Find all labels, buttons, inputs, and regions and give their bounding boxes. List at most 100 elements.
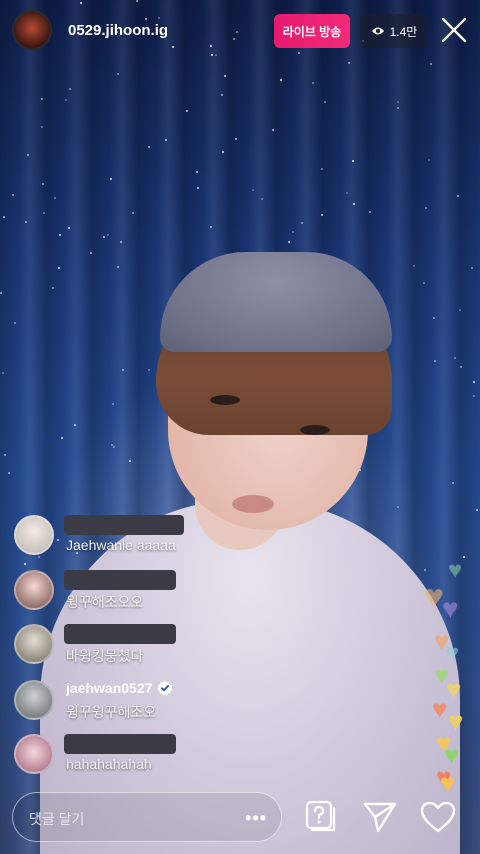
star-dot [69,88,71,90]
comment-item[interactable]: hahahahahah [14,734,274,776]
top-bar: 0529.jihoon.ig 라이브 방송 1.4만 [0,0,480,64]
comment-item[interactable]: jaehwan0527 윙꾸윙꾸해조오 [14,680,274,722]
star-dot [41,126,43,128]
eye-icon [371,27,384,35]
verified-badge-icon [157,680,173,696]
star-dot [112,403,114,405]
star-dot [42,183,44,185]
star-dot [117,266,119,268]
star-dot [423,282,425,284]
more-horizontal-icon[interactable]: ••• [245,808,267,829]
star-dot [369,211,371,213]
star-dot [428,159,430,161]
star-dot [90,252,92,254]
star-dot [261,198,263,200]
star-dot [132,212,134,214]
star-dot [471,267,473,269]
star-dot [433,317,435,319]
star-dot [272,129,274,131]
viewer-count: 1.4만 [389,24,418,39]
star-dot [122,369,124,371]
star-dot [473,395,475,397]
commenter-avatar[interactable] [14,680,54,720]
star-dot [221,94,223,96]
star-dot [27,154,29,156]
star-dot [54,197,56,199]
viewer-count-badge[interactable]: 1.4만 [360,14,428,48]
star-dot [120,241,122,243]
heart-icon: ♥ [440,768,456,798]
star-dot [3,216,5,218]
star-dot [113,446,115,448]
star-dot [111,444,113,446]
heart-icon: ♥ [442,593,459,624]
paper-plane-icon[interactable] [362,800,398,834]
star-dot [452,482,454,484]
redacted-username [64,734,176,754]
star-dot [65,99,67,101]
comment-item[interactable]: 윙꾸해조오오 [14,570,274,612]
star-dot [280,79,282,81]
star-dot [352,160,354,162]
redacted-username [64,624,176,644]
commenter-avatar[interactable] [14,624,54,664]
star-dot [148,146,150,148]
comment-input[interactable]: 댓글 달기 ••• [12,792,282,842]
commenter-avatar[interactable] [14,515,54,555]
question-box-icon[interactable] [304,800,338,834]
host-username[interactable]: 0529.jihoon.ig [68,22,168,39]
commenter-username[interactable]: jaehwan0527 [66,680,173,696]
star-dot [41,98,43,100]
star-dot [454,357,456,359]
star-dot [312,82,314,84]
host-avatar[interactable] [12,10,52,50]
star-dot [107,234,109,236]
star-dot [25,221,27,223]
star-dot [110,178,112,180]
close-icon[interactable] [438,14,470,46]
star-dot [425,207,427,209]
star-dot [2,372,4,374]
star-dot [196,171,198,173]
star-dot [61,437,63,439]
star-dot [210,226,212,228]
comment-text: 윙꾸해조오오 [66,594,144,610]
star-dot [397,107,399,109]
comment-item[interactable]: 바윙킹뭉쳤다 [14,624,274,666]
star-dot [129,460,131,462]
comment-placeholder: 댓글 달기 [29,811,85,827]
star-dot [252,189,254,191]
heart-outline-icon[interactable] [420,800,456,834]
star-dot [292,231,294,233]
star-dot [197,187,199,189]
star-dot [148,369,150,371]
star-dot [222,151,224,153]
live-video [0,0,480,854]
star-dot [14,322,16,324]
redacted-username [64,570,176,590]
comment-text: 바윙킹뭉쳤다 [66,648,144,664]
commenter-avatar[interactable] [14,734,54,774]
person-eye-right [300,425,330,435]
commenter-avatar[interactable] [14,570,54,610]
person-eye-left [210,395,240,405]
star-dot [165,139,167,141]
star-dot [4,454,6,456]
star-dot [186,110,188,112]
star-dot [103,236,105,238]
star-dot [12,194,14,196]
heart-icon: ♥ [448,557,463,584]
star-dot [224,75,226,77]
star-dot [24,563,26,565]
comment-text: hahahahahah [66,756,152,772]
star-dot [43,212,45,214]
comment-item[interactable]: Jaehwanie aaaaa [14,515,274,557]
redacted-username [64,515,184,535]
heart-icon: ♥ [432,694,448,724]
star-dot [434,360,436,362]
floating-hearts: ♥ ♥ ♥ ♥ ♥ ♥ ♥ ♥ ♥ ♥ ♥ ♥ ♥ [420,500,480,800]
star-dot [68,227,70,229]
star-dot [58,267,60,269]
star-dot [52,287,54,289]
comment-text: 윙꾸윙꾸해조오 [66,704,157,720]
